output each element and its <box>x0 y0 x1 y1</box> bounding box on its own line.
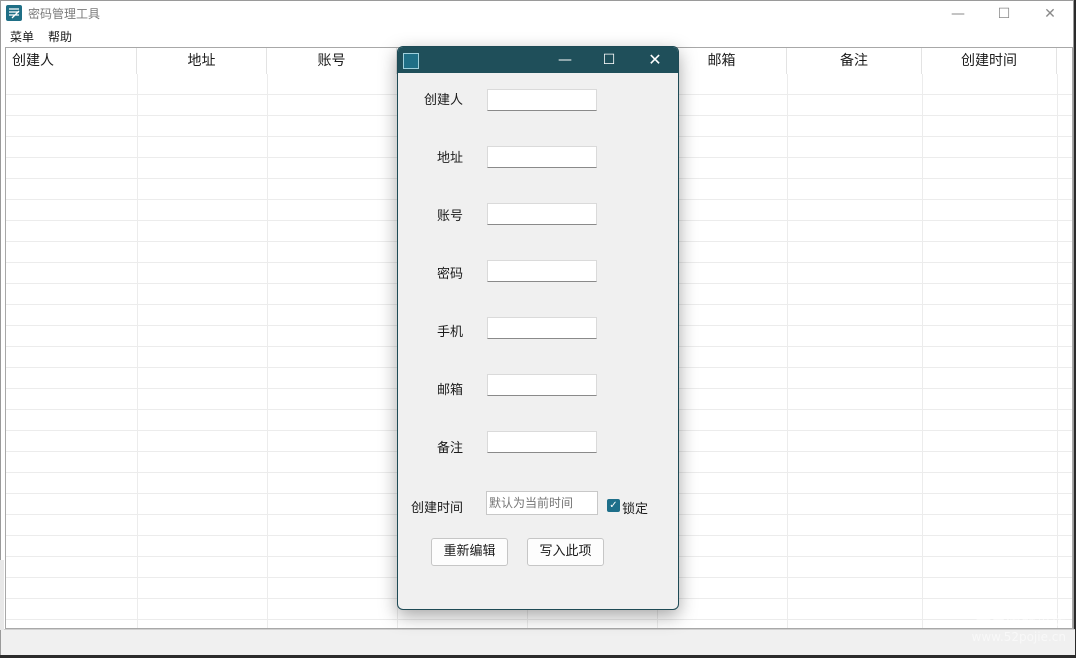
menu-bar: 菜单 帮助 <box>1 27 1073 47</box>
watermark-title: 吾爱破解论坛 <box>975 611 1066 629</box>
column-header-note[interactable]: 备注 <box>787 48 922 74</box>
column-divider <box>787 74 788 628</box>
column-divider <box>1057 74 1058 628</box>
note-input[interactable] <box>487 431 597 453</box>
lock-label: 锁定 <box>622 502 649 517</box>
dialog-minimize-button[interactable]: — <box>542 47 588 73</box>
status-bar <box>1 629 1075 655</box>
maximize-button[interactable]: ☐ <box>981 1 1027 27</box>
close-button[interactable]: ✕ <box>1027 1 1073 27</box>
lock-checkbox[interactable]: ✓ <box>607 499 620 512</box>
write-entry-button[interactable]: 写入此项 <box>527 538 604 566</box>
app-logo-icon <box>6 5 22 21</box>
note-label: 备注 <box>436 441 463 456</box>
address-input[interactable] <box>487 146 597 168</box>
menu-item-menu[interactable]: 菜单 <box>10 28 34 45</box>
creator-label: 创建人 <box>423 93 463 108</box>
minimize-button[interactable]: — <box>935 1 981 27</box>
background-window-edge <box>0 560 4 630</box>
password-label: 密码 <box>436 267 463 282</box>
dialog-title-bar: — ☐ ✕ <box>398 47 678 73</box>
dialog-close-button[interactable]: ✕ <box>632 47 678 73</box>
phone-label: 手机 <box>436 325 463 340</box>
column-header-created-time[interactable]: 创建时间 <box>922 48 1057 74</box>
column-divider <box>137 74 138 628</box>
email-input[interactable] <box>487 374 597 396</box>
address-label: 地址 <box>436 151 463 166</box>
window-title: 密码管理工具 <box>28 7 101 21</box>
email-label: 邮箱 <box>436 383 463 398</box>
column-divider <box>267 74 268 628</box>
account-label: 账号 <box>436 209 463 224</box>
account-input[interactable] <box>487 203 597 225</box>
created-time-label: 创建时间 <box>410 501 463 516</box>
column-header-creator[interactable]: 创建人 <box>6 48 137 74</box>
add-entry-dialog: — ☐ ✕ 创建人 地址 账号 密码 手机 邮箱 备注 创建时间 ✓ 锁定 重新… <box>397 46 679 610</box>
dialog-maximize-button[interactable]: ☐ <box>586 47 632 73</box>
dialog-app-icon <box>403 53 419 69</box>
title-bar: 密码管理工具 — ☐ ✕ <box>1 1 1073 27</box>
phone-input[interactable] <box>487 317 597 339</box>
watermark: 吾爱破解论坛 www.52pojie.cn <box>972 610 1066 644</box>
column-divider <box>922 74 923 628</box>
watermark-url: www.52pojie.cn <box>971 630 1066 644</box>
column-header-account[interactable]: 账号 <box>267 48 397 74</box>
table-row[interactable] <box>6 620 1072 628</box>
creator-input[interactable] <box>487 89 597 111</box>
created-time-input[interactable] <box>486 491 598 515</box>
reset-edit-button[interactable]: 重新编辑 <box>431 538 508 566</box>
password-input[interactable] <box>487 260 597 282</box>
column-header-address[interactable]: 地址 <box>137 48 267 74</box>
menu-item-help[interactable]: 帮助 <box>48 28 72 45</box>
